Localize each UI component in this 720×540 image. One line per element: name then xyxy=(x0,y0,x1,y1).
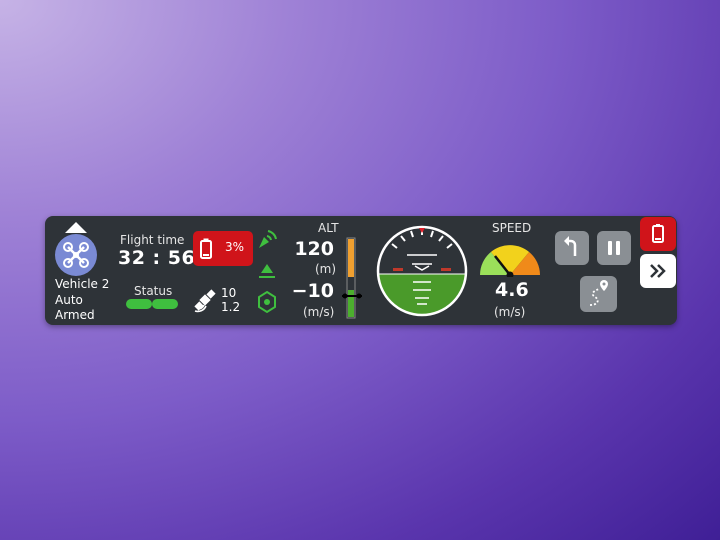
landing-icon[interactable] xyxy=(256,260,278,280)
caret-up-icon[interactable] xyxy=(65,222,87,233)
vehicle-info: Vehicle 2 Auto Armed xyxy=(55,277,109,324)
vehicle-name: Vehicle 2 xyxy=(55,277,110,291)
battery-alert-button[interactable] xyxy=(640,217,676,251)
status-label: Status xyxy=(134,284,173,298)
hex-nut-icon[interactable] xyxy=(256,290,278,314)
altitude-value: 120 xyxy=(294,238,334,260)
speed-label: SPEED xyxy=(492,221,532,235)
flight-time-value: 32 : 56 xyxy=(118,247,196,269)
battery-alert-icon xyxy=(652,224,664,243)
speed-value: 4.6 xyxy=(495,279,529,301)
pause-icon xyxy=(608,241,620,255)
quadcopter-icon xyxy=(63,242,89,268)
battery-indicator[interactable]: 3% xyxy=(193,231,253,266)
altitude-unit: (m) xyxy=(315,262,337,276)
battery-icon xyxy=(200,238,212,259)
status-indicator[interactable] xyxy=(152,299,178,309)
return-arrow-icon xyxy=(564,236,577,256)
vertical-speed-unit: (m/s) xyxy=(303,305,335,319)
pause-button[interactable] xyxy=(597,231,631,265)
return-button[interactable] xyxy=(555,231,589,265)
route-icon xyxy=(589,280,608,306)
speed-unit: (m/s) xyxy=(494,305,526,319)
status-indicator[interactable] xyxy=(126,299,152,309)
battery-percent: 3% xyxy=(225,240,245,254)
gps-hdop: 1.2 xyxy=(221,300,241,314)
satellite-icon[interactable] xyxy=(192,287,218,313)
vehicle-avatar[interactable] xyxy=(55,234,97,276)
signal-icon[interactable] xyxy=(255,228,279,252)
artificial-horizon-icon xyxy=(376,225,468,317)
vertical-speed-bar xyxy=(342,237,362,319)
speed-gauge xyxy=(480,245,540,277)
gps-satellite-count: 10 xyxy=(221,286,237,300)
double-chevron-right-icon xyxy=(650,264,666,278)
altitude-label: ALT xyxy=(318,221,339,235)
arm-state: Armed xyxy=(55,308,95,322)
route-button[interactable] xyxy=(580,276,617,312)
flight-time-label: Flight time xyxy=(120,233,185,247)
vertical-speed-value: −10 xyxy=(291,280,334,302)
flight-mode: Auto xyxy=(55,292,83,307)
expand-button[interactable] xyxy=(640,254,676,288)
vehicle-status-toolbar: Vehicle 2 Auto Armed Flight time 32 : 56… xyxy=(45,216,677,325)
